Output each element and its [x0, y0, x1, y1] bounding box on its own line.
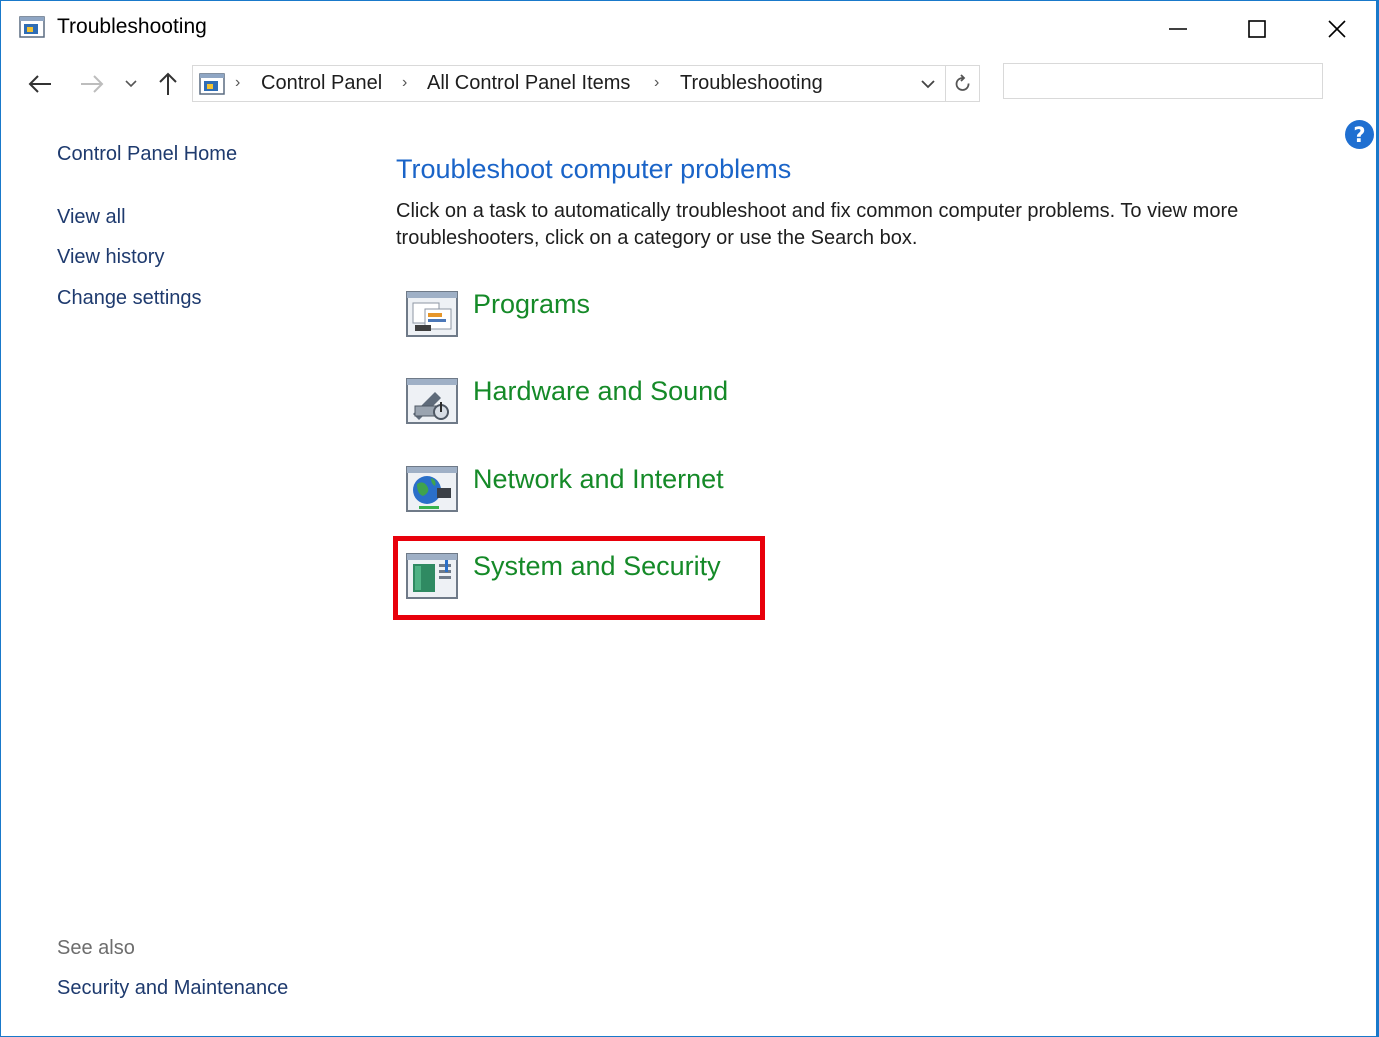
- address-bar[interactable]: › Control Panel › All Control Panel Item…: [192, 65, 980, 102]
- sidebar-item-view-all[interactable]: View all: [57, 206, 126, 229]
- category-label: System and Security: [473, 551, 721, 581]
- address-history-button[interactable]: [915, 72, 941, 96]
- see-also-heading: See also: [57, 937, 135, 959]
- page-title: Troubleshoot computer problems: [396, 154, 792, 184]
- page-description: Click on a task to automatically trouble…: [396, 200, 1239, 249]
- back-button[interactable]: [25, 69, 55, 99]
- minimize-button[interactable]: [1153, 9, 1203, 49]
- breadcrumb-separator-icon[interactable]: ›: [654, 74, 659, 92]
- refresh-icon: [955, 74, 970, 91]
- control-panel-icon: [19, 16, 45, 38]
- minimize-icon: [1169, 28, 1187, 30]
- category-label: Programs: [473, 289, 591, 319]
- breadcrumb-troubleshooting[interactable]: Troubleshooting: [680, 72, 823, 95]
- breadcrumb-separator-icon[interactable]: ›: [235, 74, 240, 92]
- sidebar-item-view-history[interactable]: View history: [57, 246, 164, 269]
- forward-arrow-icon: [81, 75, 104, 93]
- breadcrumb-all-control-panel-items[interactable]: All Control Panel Items: [427, 72, 630, 95]
- back-arrow-icon: [28, 75, 51, 93]
- address-divider: [945, 66, 946, 101]
- close-icon: [1328, 20, 1346, 38]
- sidebar-item-change-settings[interactable]: Change settings: [57, 287, 202, 310]
- breadcrumb-separator-icon[interactable]: ›: [402, 74, 407, 92]
- maximize-button[interactable]: [1232, 9, 1282, 49]
- category-label: Hardware and Sound: [473, 376, 729, 406]
- breadcrumb-control-panel[interactable]: Control Panel: [261, 72, 382, 95]
- close-button[interactable]: [1312, 9, 1362, 49]
- up-arrow-icon: [159, 72, 177, 95]
- system-security-icon: [406, 553, 458, 599]
- control-panel-icon: [199, 73, 225, 95]
- hardware-sound-icon: [406, 378, 458, 424]
- security-and-maintenance-link[interactable]: Security and Maintenance: [57, 977, 288, 1000]
- search-input[interactable]: [1003, 63, 1323, 99]
- programs-icon: [406, 291, 458, 337]
- category-label: Network and Internet: [473, 464, 724, 494]
- troubleshooting-window: Troubleshooting › Control Panel › All Co…: [0, 0, 1379, 1037]
- title-bar: Troubleshooting: [1, 1, 1376, 57]
- refresh-button[interactable]: [949, 71, 977, 97]
- chevron-down-icon: [125, 80, 137, 88]
- control-panel-home-link[interactable]: Control Panel Home: [57, 143, 237, 166]
- help-button[interactable]: ?: [1345, 120, 1374, 149]
- chevron-down-icon: [921, 80, 935, 89]
- maximize-icon: [1248, 20, 1266, 38]
- recent-locations-button[interactable]: [121, 69, 141, 99]
- navigation-bar: › Control Panel › All Control Panel Item…: [1, 59, 1376, 109]
- up-button[interactable]: [154, 69, 182, 99]
- window-title: Troubleshooting: [57, 15, 207, 38]
- network-internet-icon: [406, 466, 458, 512]
- forward-button[interactable]: [77, 69, 107, 99]
